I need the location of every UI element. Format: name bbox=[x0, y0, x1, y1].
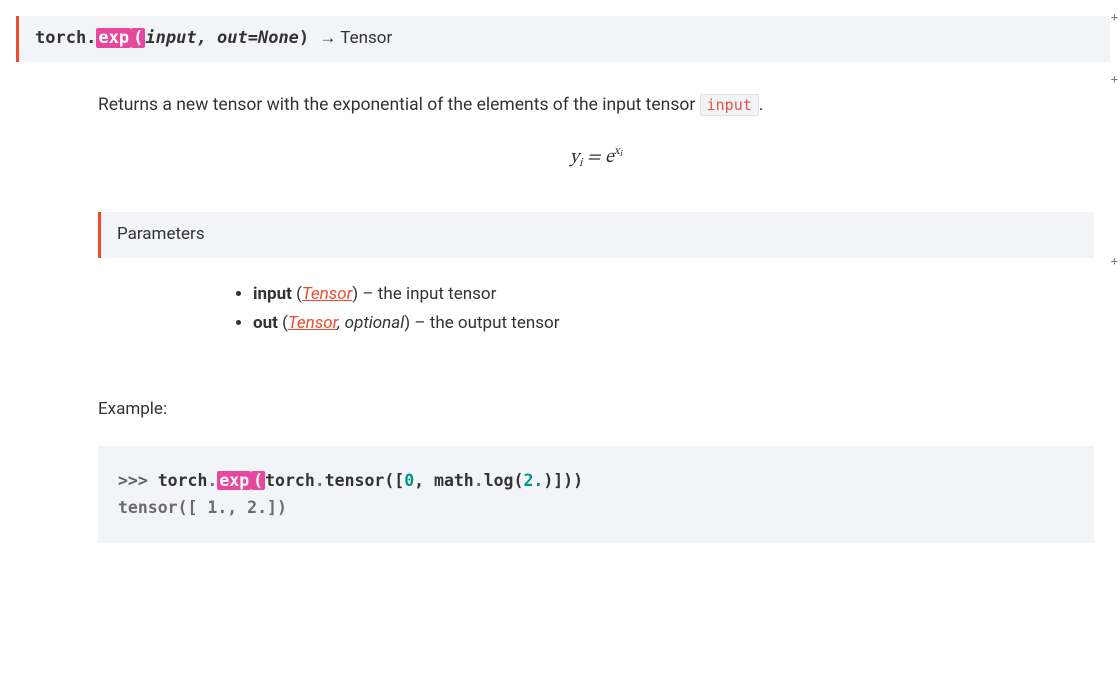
code-token: )])) bbox=[543, 471, 583, 490]
formula-y: y bbox=[570, 148, 579, 167]
param-name: input bbox=[253, 284, 292, 304]
function-description: Returns a new tensor with the exponentia… bbox=[98, 92, 1094, 118]
signature-module: torch. bbox=[35, 28, 96, 48]
code-highlight: ( bbox=[251, 471, 265, 490]
function-signature: torch.exp(input, out=None) → Tensor bbox=[16, 16, 1110, 62]
code-token: . bbox=[315, 471, 325, 490]
annotate-plus-icon[interactable]: + bbox=[1111, 252, 1118, 270]
parameter-item: out (Tensor, optional) – the output tens… bbox=[253, 311, 1094, 337]
math-formula: yi = exi bbox=[98, 144, 1094, 173]
annotate-plus-icon[interactable]: + bbox=[1111, 8, 1118, 26]
formula-superscript-i: i bbox=[620, 150, 623, 159]
param-desc: – the output tensor bbox=[410, 313, 559, 333]
param-name: out bbox=[253, 313, 278, 333]
signature-close-paren: ) bbox=[299, 28, 319, 48]
description-text: Returns a new tensor with the exponentia… bbox=[98, 95, 700, 115]
code-output: tensor([ 1., 2.]) bbox=[118, 495, 1074, 521]
parameters-list: input (Tensor) – the input tensor out (T… bbox=[98, 282, 1094, 337]
code-line: >>> torch.exp(torch.tensor([0, math.log(… bbox=[118, 468, 1074, 494]
param-type-link[interactable]: Tensor bbox=[288, 313, 337, 333]
code-number: 2. bbox=[523, 471, 543, 490]
formula-superscript-x: x bbox=[614, 145, 620, 157]
formula-subscript: i bbox=[579, 157, 582, 169]
code-token: . bbox=[474, 471, 484, 490]
repl-prompt: >>> bbox=[118, 471, 158, 490]
param-type-link[interactable]: Tensor bbox=[302, 284, 352, 304]
signature-return: → Tensor bbox=[319, 28, 392, 48]
code-highlight: exp bbox=[217, 471, 251, 490]
param-optional: , optional bbox=[337, 313, 404, 333]
code-token: . bbox=[207, 471, 217, 490]
signature-open-paren: ( bbox=[131, 28, 145, 48]
formula-eq: = e bbox=[582, 148, 613, 167]
parameter-item: input (Tensor) – the input tensor bbox=[253, 282, 1094, 308]
code-token: ( bbox=[514, 471, 524, 490]
inline-code: input bbox=[700, 94, 759, 116]
code-token: , math bbox=[414, 471, 474, 490]
code-token: ([ bbox=[384, 471, 404, 490]
signature-function-name: exp bbox=[96, 28, 131, 48]
param-desc: – the input tensor bbox=[358, 284, 496, 304]
example-label: Example: bbox=[98, 397, 1094, 423]
code-token: log bbox=[484, 471, 514, 490]
code-token: torch bbox=[158, 471, 208, 490]
signature-args: input, out=None bbox=[145, 28, 299, 48]
code-number: 0 bbox=[404, 471, 414, 490]
description-text: . bbox=[759, 95, 764, 115]
code-example: >>> torch.exp(torch.tensor([0, math.log(… bbox=[98, 446, 1094, 543]
code-token: tensor bbox=[325, 471, 385, 490]
code-token: torch bbox=[265, 471, 315, 490]
annotate-plus-icon[interactable]: + bbox=[1111, 70, 1118, 88]
parameters-heading: Parameters bbox=[98, 212, 1094, 258]
